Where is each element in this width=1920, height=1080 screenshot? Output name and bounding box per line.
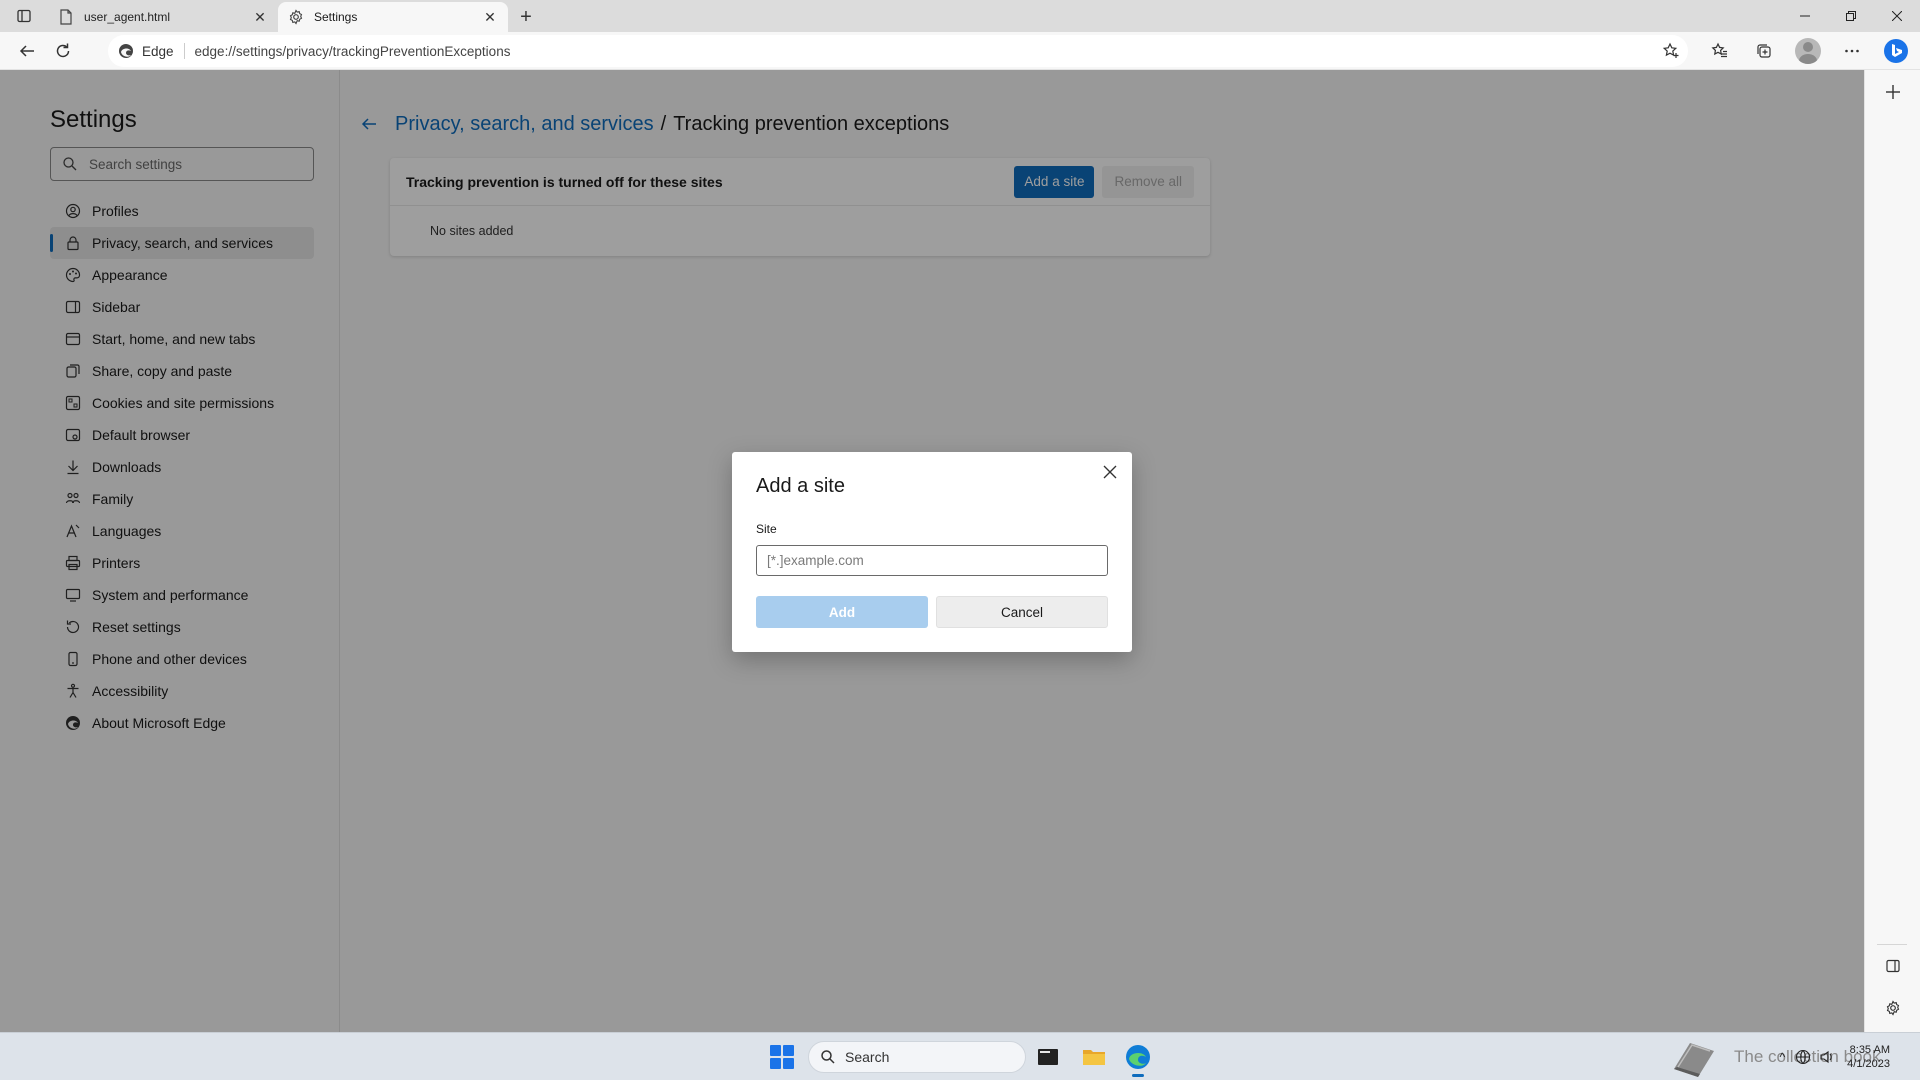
address-separator bbox=[183, 43, 185, 59]
clock-time: 8:35 AM bbox=[1849, 1044, 1890, 1056]
toolbar-right bbox=[1694, 32, 1920, 70]
back-arrow-icon bbox=[19, 44, 34, 57]
terminal-icon bbox=[1038, 1049, 1058, 1065]
add-button[interactable]: Add bbox=[756, 596, 928, 628]
cancel-button[interactable]: Cancel bbox=[936, 596, 1108, 628]
favorites-button[interactable] bbox=[1702, 35, 1738, 67]
taskbar-search[interactable]: Search bbox=[808, 1041, 1026, 1073]
taskbar-file-explorer[interactable] bbox=[1078, 1041, 1110, 1073]
close-icon bbox=[1892, 11, 1902, 21]
hide-sidebar-button[interactable] bbox=[1881, 954, 1905, 978]
more-button[interactable] bbox=[1834, 35, 1870, 67]
window-controls bbox=[1782, 0, 1920, 32]
profile-button[interactable] bbox=[1790, 35, 1826, 67]
edge-logo-icon bbox=[1126, 1045, 1150, 1069]
new-tab-button[interactable]: + bbox=[508, 2, 544, 32]
close-tab-icon[interactable]: ✕ bbox=[252, 9, 268, 25]
system-tray: ^ 8:35 AM 4/1/2023 bbox=[1780, 1039, 1890, 1075]
search-icon bbox=[821, 1050, 835, 1064]
tab-settings[interactable]: Settings ✕ bbox=[278, 2, 508, 32]
file-icon bbox=[58, 9, 74, 25]
favorites-icon bbox=[1711, 42, 1727, 58]
gear-icon bbox=[1886, 1000, 1900, 1016]
edge-sidebar bbox=[1864, 70, 1920, 1032]
close-tab-icon[interactable]: ✕ bbox=[482, 9, 498, 25]
volume-icon[interactable] bbox=[1819, 1049, 1835, 1065]
tab-actions-icon bbox=[17, 9, 31, 23]
refresh-icon bbox=[56, 43, 70, 57]
back-button[interactable] bbox=[9, 35, 45, 67]
taskbar: Search The collection book ^ 8:35 AM 4/1… bbox=[0, 1032, 1920, 1080]
taskbar-terminal[interactable] bbox=[1032, 1041, 1064, 1073]
close-window-button[interactable] bbox=[1874, 0, 1920, 32]
refresh-button[interactable] bbox=[45, 35, 81, 67]
network-icon[interactable] bbox=[1795, 1049, 1811, 1065]
browser-toolbar: Edge edge://settings/privacy/trackingPre… bbox=[0, 32, 1920, 70]
sidebar-add-button[interactable] bbox=[1881, 80, 1905, 104]
close-icon bbox=[1103, 465, 1117, 479]
avatar bbox=[1795, 38, 1821, 64]
sidebar-panel-icon bbox=[1886, 959, 1900, 973]
collections-button[interactable] bbox=[1746, 35, 1782, 67]
site-input[interactable] bbox=[756, 545, 1108, 576]
minimize-icon bbox=[1800, 15, 1810, 17]
site-info[interactable]: Edge bbox=[118, 43, 174, 59]
edge-logo-icon bbox=[119, 44, 133, 58]
folder-icon bbox=[1083, 1050, 1105, 1065]
tab-title: Settings bbox=[314, 10, 358, 24]
close-dialog-button[interactable] bbox=[1098, 460, 1122, 484]
windows-logo-icon bbox=[783, 1045, 794, 1056]
bing-button[interactable] bbox=[1878, 35, 1914, 67]
chevron-up-icon[interactable]: ^ bbox=[1780, 1050, 1786, 1064]
sidebar-divider bbox=[1877, 944, 1907, 945]
add-favorite-icon[interactable] bbox=[1662, 42, 1680, 60]
sidebar-settings-button[interactable] bbox=[1881, 996, 1905, 1020]
restore-icon bbox=[1846, 11, 1856, 21]
start-button[interactable] bbox=[770, 1045, 794, 1069]
restore-button[interactable] bbox=[1828, 0, 1874, 32]
address-prefix: Edge bbox=[142, 43, 174, 59]
windows-logo-icon bbox=[783, 1058, 794, 1069]
collections-icon bbox=[1757, 44, 1771, 58]
address-bar[interactable]: Edge edge://settings/privacy/trackingPre… bbox=[108, 35, 1688, 67]
dialog-title: Add a site bbox=[756, 475, 845, 497]
gear-icon bbox=[288, 9, 304, 25]
bing-icon bbox=[1884, 39, 1908, 63]
book-icon bbox=[1666, 1033, 1722, 1080]
plus-icon bbox=[1886, 85, 1900, 99]
more-icon bbox=[1845, 49, 1859, 53]
add-site-dialog: Add a site Site Add Cancel bbox=[732, 452, 1132, 652]
windows-logo-icon bbox=[770, 1045, 781, 1056]
clock[interactable]: 8:35 AM 4/1/2023 bbox=[1847, 1043, 1890, 1071]
taskbar-search-label: Search bbox=[845, 1049, 890, 1065]
windows-logo-icon bbox=[770, 1058, 781, 1069]
clock-date: 4/1/2023 bbox=[1847, 1058, 1890, 1070]
tab-strip: user_agent.html ✕ Settings ✕ + bbox=[0, 0, 1920, 32]
tab-user-agent[interactable]: user_agent.html ✕ bbox=[48, 2, 278, 32]
tab-title: user_agent.html bbox=[84, 10, 171, 24]
minimize-button[interactable] bbox=[1782, 0, 1828, 32]
taskbar-edge[interactable] bbox=[1122, 1041, 1154, 1077]
url-text[interactable]: edge://settings/privacy/trackingPreventi… bbox=[195, 44, 511, 59]
tab-actions-button[interactable] bbox=[0, 0, 48, 32]
site-field-label: Site bbox=[756, 522, 777, 536]
